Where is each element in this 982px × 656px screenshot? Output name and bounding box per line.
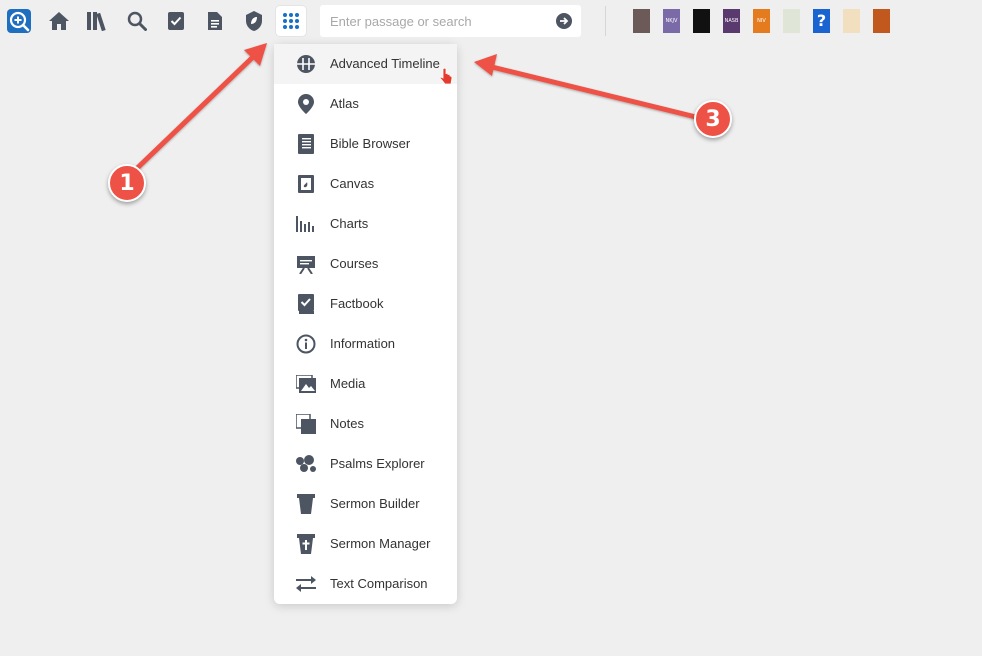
toolbar-divider <box>605 6 606 36</box>
tools-menu: Advanced Timeline Atlas Bible Browser Canva… <box>274 44 457 604</box>
charts-icon <box>295 214 317 234</box>
notes-icon <box>295 414 317 434</box>
bible-browser-icon <box>295 134 317 154</box>
menu-item-label: Charts <box>330 216 369 231</box>
apps-grid-icon[interactable] <box>276 6 306 36</box>
menu-item-sermon-builder[interactable]: Sermon Builder <box>274 484 457 524</box>
menu-item-advanced-timeline[interactable]: Advanced Timeline <box>274 44 457 84</box>
book-cover[interactable] <box>633 9 650 33</box>
menu-item-psalms-explorer[interactable]: Psalms Explorer <box>274 444 457 484</box>
menu-item-label: Notes <box>330 416 364 431</box>
search-icon[interactable] <box>122 6 152 36</box>
menu-item-label: Information <box>330 336 396 351</box>
menu-item-text-comparison[interactable]: Text Comparison <box>274 564 457 604</box>
menu-item-label: Atlas <box>330 96 359 111</box>
top-toolbar: NKJV NASB NIV? <box>0 0 982 44</box>
canvas-icon <box>295 174 317 194</box>
go-arrow-icon[interactable] <box>556 13 572 29</box>
menu-item-atlas[interactable]: Atlas <box>274 84 457 124</box>
menu-item-courses[interactable]: Courses <box>274 244 457 284</box>
menu-item-information[interactable]: Information <box>274 324 457 364</box>
menu-item-notes[interactable]: Notes <box>274 404 457 444</box>
menu-item-label: Canvas <box>330 176 375 191</box>
menu-item-label: Sermon Manager <box>330 536 431 551</box>
book-cover-label: NKJV <box>665 18 678 24</box>
sermon-manager-icon <box>295 534 317 554</box>
annotation-badge-3: 3 <box>694 100 732 138</box>
book-cover[interactable] <box>783 9 800 33</box>
book-cover-label: NASB <box>724 18 739 24</box>
book-cover[interactable] <box>873 9 890 33</box>
menu-item-label: Courses <box>330 256 379 271</box>
text-comparison-icon <box>295 574 317 594</box>
factbook-icon <box>295 294 317 314</box>
annotation-badge-1: 1 <box>108 164 146 202</box>
logos-app-icon[interactable] <box>4 6 34 36</box>
shield-leaf-icon[interactable] <box>239 6 269 36</box>
home-icon[interactable] <box>44 6 74 36</box>
book-cover[interactable] <box>843 9 860 33</box>
menu-item-media[interactable]: Media <box>274 364 457 404</box>
menu-item-sermon-manager[interactable]: Sermon Manager <box>274 524 457 564</box>
courses-icon <box>295 254 317 274</box>
sermon-builder-icon <box>295 494 317 514</box>
book-cover[interactable]: NASB <box>723 9 740 33</box>
timeline-icon <box>295 54 317 74</box>
menu-item-label: Advanced Timeline <box>330 56 440 71</box>
menu-item-label: Psalms Explorer <box>330 456 425 471</box>
psalms-explorer-icon <box>295 454 317 474</box>
library-icon[interactable] <box>83 6 113 36</box>
document-icon[interactable] <box>200 6 230 36</box>
search-input[interactable] <box>320 5 540 37</box>
menu-item-label: Bible Browser <box>330 136 411 151</box>
book-cover-label: NIV <box>757 18 766 24</box>
map-pin-icon <box>295 94 317 114</box>
menu-item-factbook[interactable]: Factbook <box>274 284 457 324</box>
arrow-1 <box>127 43 267 178</box>
media-icon <box>295 374 317 394</box>
book-cover[interactable]: ? <box>813 9 830 33</box>
menu-item-charts[interactable]: Charts <box>274 204 457 244</box>
menu-item-label: Factbook <box>330 296 384 311</box>
book-cover[interactable]: NKJV <box>663 9 680 33</box>
menu-item-label: Sermon Builder <box>330 496 420 511</box>
book-cover-label: ? <box>816 11 827 30</box>
menu-item-bible-browser[interactable]: Bible Browser <box>274 124 457 164</box>
arrow-3 <box>474 54 703 121</box>
documents-checklist-icon[interactable] <box>161 6 191 36</box>
annotation-arrows <box>127 43 703 178</box>
book-cover[interactable]: NIV <box>753 9 770 33</box>
menu-item-canvas[interactable]: Canvas <box>274 164 457 204</box>
menu-item-label: Media <box>330 376 366 391</box>
menu-item-label: Text Comparison <box>330 576 428 591</box>
info-icon <box>295 334 317 354</box>
search-box <box>320 5 581 37</box>
book-cover[interactable] <box>693 9 710 33</box>
